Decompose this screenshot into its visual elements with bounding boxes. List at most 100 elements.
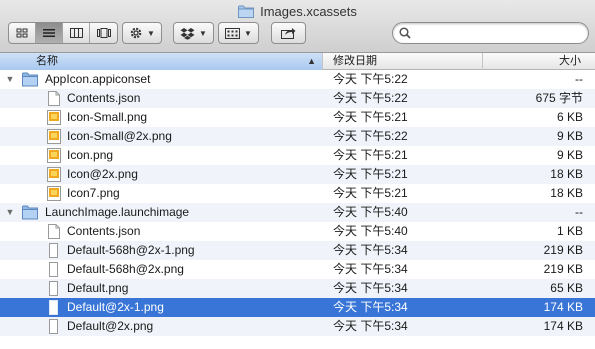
chevron-down-icon: ▼	[199, 28, 207, 38]
arrange-icon	[225, 27, 240, 39]
coverflow-view-button[interactable]	[90, 23, 117, 43]
search-input[interactable]	[415, 26, 575, 40]
search-icon	[399, 27, 411, 39]
chevron-down-icon: ▼	[244, 28, 252, 38]
dropbox-menu-button[interactable]: ▼	[173, 22, 214, 44]
file-row[interactable]: Default.png 今天 下午5:34 65 KB	[0, 279, 595, 298]
file-date: 今天 下午5:40	[333, 205, 408, 219]
gear-icon	[130, 27, 142, 39]
file-row[interactable]: Default-568h@2x.png 今天 下午5:34 219 KB	[0, 260, 595, 279]
file-name: Default@2x.png	[67, 319, 154, 333]
document-icon	[48, 91, 60, 106]
file-size: 219 KB	[543, 243, 583, 257]
file-row[interactable]: Icon-Small.png 今天 下午5:21 6 KB	[0, 108, 595, 127]
image-file-icon	[47, 167, 61, 182]
list-lines-icon	[43, 29, 55, 37]
file-row[interactable]: Icon7.png 今天 下午5:21 18 KB	[0, 184, 595, 203]
document-icon	[48, 224, 60, 239]
image-file-icon	[47, 129, 61, 144]
image-file-icon	[49, 319, 58, 334]
file-size: --	[575, 205, 583, 219]
image-file-icon	[49, 281, 58, 296]
file-date: 今天 下午5:34	[333, 262, 408, 276]
file-size: 9 KB	[556, 148, 583, 162]
file-size: 6 KB	[556, 110, 583, 124]
file-size: 9 KB	[556, 129, 583, 143]
share-icon	[281, 28, 296, 39]
column-header-name[interactable]: 名称 ▲	[0, 53, 323, 70]
icon-view-button[interactable]	[9, 23, 36, 43]
folder-row[interactable]: ▼ LaunchImage.launchimage 今天 下午5:40 --	[0, 203, 595, 222]
file-date: 今天 下午5:34	[333, 243, 408, 257]
file-date: 今天 下午5:21	[333, 167, 408, 181]
file-name: Icon.png	[67, 148, 114, 162]
file-name: Default-568h@2x-1.png	[67, 243, 195, 257]
folder-icon	[22, 72, 38, 87]
folder-icon	[238, 5, 255, 18]
dropbox-icon	[180, 27, 195, 40]
file-row[interactable]: Contents.json 今天 下午5:40 1 KB	[0, 222, 595, 241]
disclosure-triangle-icon[interactable]: ▼	[4, 203, 16, 222]
file-name: Icon7.png	[67, 186, 120, 200]
file-date: 今天 下午5:34	[333, 281, 408, 295]
image-file-icon	[49, 243, 58, 258]
file-row[interactable]: Contents.json 今天 下午5:22 675 字节	[0, 89, 595, 108]
file-name: Contents.json	[67, 91, 141, 105]
view-mode-control[interactable]	[8, 22, 118, 44]
file-date: 今天 下午5:21	[333, 186, 408, 200]
file-list: ▼ AppIcon.appiconset 今天 下午5:22 -- Contents.j…	[0, 70, 595, 336]
file-row[interactable]: Default@2x.png 今天 下午5:34 174 KB	[0, 317, 595, 336]
list-header: 名称 ▲ 修改日期 大小	[0, 53, 595, 70]
icon-grid-icon	[16, 28, 28, 38]
column-header-date[interactable]: 修改日期	[323, 53, 483, 70]
file-row[interactable]: Default@2x-1.png 今天 下午5:34 174 KB	[0, 298, 595, 317]
image-file-icon	[49, 300, 58, 315]
file-date: 今天 下午5:34	[333, 300, 408, 314]
list-view-button[interactable]	[36, 23, 63, 43]
file-name: Icon-Small@2x.png	[67, 129, 172, 143]
file-size: 18 KB	[550, 186, 583, 200]
file-row[interactable]: Default-568h@2x-1.png 今天 下午5:34 219 KB	[0, 241, 595, 260]
file-name: AppIcon.appiconset	[45, 72, 151, 86]
search-field[interactable]	[392, 22, 589, 44]
window-toolbar: Images.xcassets ▼ ▼ ▼	[0, 0, 595, 53]
file-name: Icon@2x.png	[67, 167, 138, 181]
file-row[interactable]: Icon-Small@2x.png 今天 下午5:22 9 KB	[0, 127, 595, 146]
file-date: 今天 下午5:22	[333, 91, 408, 105]
sort-ascending-icon: ▲	[307, 56, 316, 66]
window-title-bar: Images.xcassets	[0, 2, 595, 20]
file-date: 今天 下午5:22	[333, 129, 408, 143]
folder-row[interactable]: ▼ AppIcon.appiconset 今天 下午5:22 --	[0, 70, 595, 89]
file-date: 今天 下午5:22	[333, 72, 408, 86]
action-menu-button[interactable]: ▼	[122, 22, 162, 44]
file-name: Icon-Small.png	[67, 110, 148, 124]
folder-icon	[22, 205, 38, 220]
file-size: 219 KB	[543, 262, 583, 276]
image-file-icon	[47, 186, 61, 201]
file-name: LaunchImage.launchimage	[45, 205, 190, 219]
chevron-down-icon: ▼	[147, 28, 155, 38]
file-size: --	[575, 72, 583, 86]
column-view-button[interactable]	[63, 23, 90, 43]
file-row[interactable]: Icon.png 今天 下午5:21 9 KB	[0, 146, 595, 165]
file-size: 1 KB	[556, 224, 583, 238]
file-size: 18 KB	[550, 167, 583, 181]
file-row[interactable]: Icon@2x.png 今天 下午5:21 18 KB	[0, 165, 595, 184]
file-name: Contents.json	[67, 224, 141, 238]
file-size: 675 字节	[535, 91, 583, 105]
image-file-icon	[47, 148, 61, 163]
column-size-label: 大小	[559, 55, 581, 67]
file-size: 174 KB	[543, 319, 583, 333]
image-file-icon	[49, 262, 58, 277]
column-header-size[interactable]: 大小	[483, 53, 595, 70]
share-button[interactable]	[271, 22, 306, 44]
disclosure-triangle-icon[interactable]: ▼	[4, 70, 16, 89]
file-name: Default.png	[67, 281, 129, 295]
file-size: 174 KB	[543, 300, 583, 314]
image-file-icon	[47, 110, 61, 125]
coverflow-icon	[96, 28, 111, 38]
file-date: 今天 下午5:34	[333, 319, 408, 333]
file-date: 今天 下午5:21	[333, 148, 408, 162]
arrange-menu-button[interactable]: ▼	[218, 22, 259, 44]
window-title: Images.xcassets	[260, 3, 357, 19]
